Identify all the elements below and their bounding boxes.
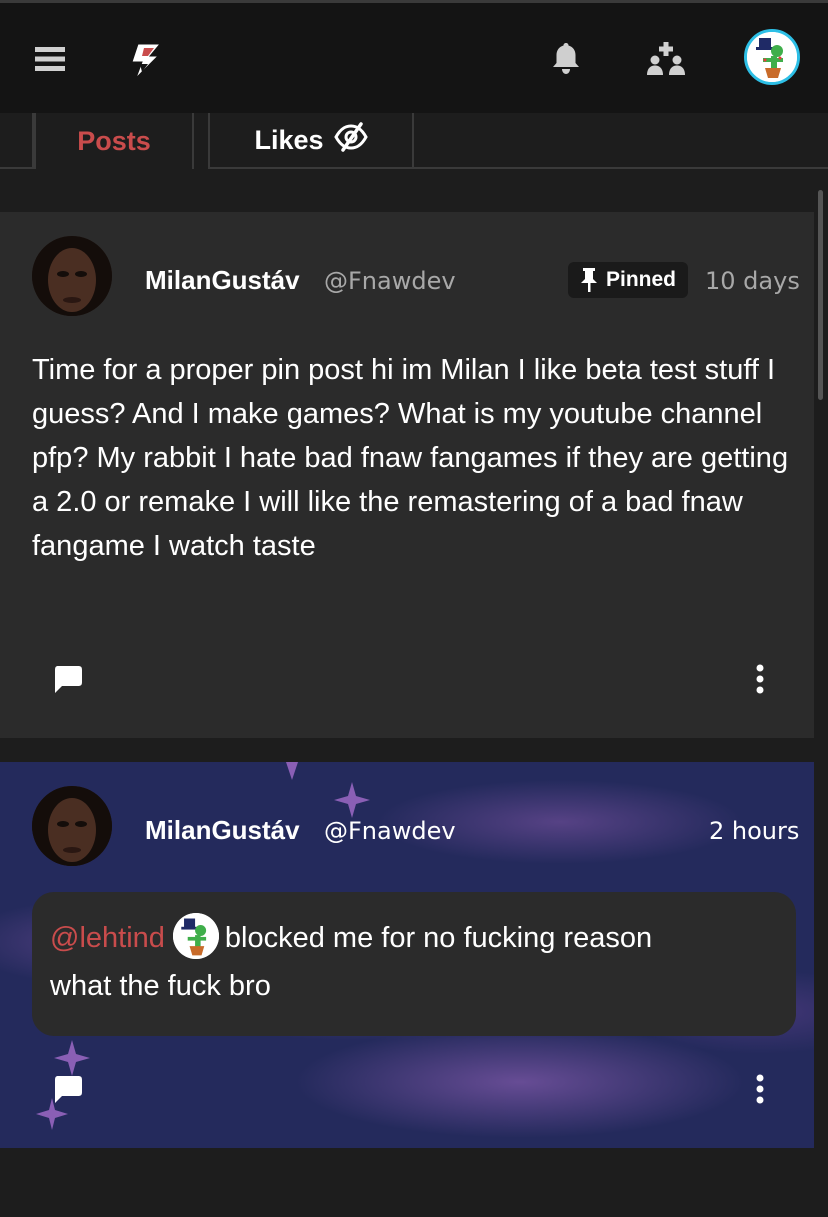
tab-posts-label: Posts: [77, 125, 151, 156]
author-handle[interactable]: @Fnawdev: [324, 267, 456, 295]
comment-icon[interactable]: [50, 662, 86, 696]
lightning-logo-icon[interactable]: [124, 39, 168, 83]
tab-likes-label: Likes: [254, 124, 324, 155]
eye-slash-icon: [333, 121, 368, 159]
pinned-label: Pinned: [605, 268, 676, 291]
bell-icon[interactable]: [546, 37, 586, 79]
scrollbar-thumb[interactable]: [818, 190, 823, 400]
post-body-text-line1: blocked me for no fucking reason: [224, 922, 653, 954]
tab-bar-filler: [414, 113, 828, 169]
pin-icon: [580, 268, 597, 292]
feed-bottom-space: [0, 1148, 814, 1217]
author-handle[interactable]: @Fnawdev: [324, 817, 456, 845]
comment-icon[interactable]: [50, 1072, 86, 1106]
post-body-text: Time for a proper pin post hi im Milan I…: [32, 354, 789, 562]
post-body-bubble: @lehtind blocked me for no fucking reaso…: [32, 892, 796, 1036]
post-timestamp[interactable]: 2 hours: [709, 817, 799, 845]
more-options-icon[interactable]: [748, 1070, 772, 1108]
mentioned-user-avatar[interactable]: [172, 913, 219, 960]
profile-tabs: Posts Likes: [0, 113, 828, 171]
tab-posts[interactable]: Posts: [34, 113, 194, 169]
hamburger-menu-icon[interactable]: [30, 39, 70, 79]
post-timestamp[interactable]: 10 days: [705, 267, 800, 295]
post-body-text-line2: what the fuck bro: [50, 970, 271, 1002]
author-avatar[interactable]: [32, 786, 112, 866]
pinned-badge: Pinned: [568, 262, 688, 298]
author-display-name[interactable]: MilanGustáv: [145, 815, 300, 846]
top-navigation-bar: [0, 0, 828, 113]
more-options-icon[interactable]: [748, 660, 772, 698]
scrollbar[interactable]: [814, 186, 828, 1217]
author-display-name[interactable]: MilanGustáv: [145, 265, 300, 296]
author-avatar[interactable]: [32, 236, 112, 316]
tab-likes[interactable]: Likes: [208, 113, 414, 169]
people-icon[interactable]: [644, 37, 688, 81]
user-avatar[interactable]: [744, 29, 800, 85]
post-card: MilanGustáv @Fnawdev 2 hours @lehtind bl…: [0, 762, 814, 1148]
mention-link[interactable]: @lehtind: [50, 922, 165, 954]
post-card-pinned: MilanGustáv @Fnawdev Pinned 10 days Time…: [0, 212, 814, 738]
tab-divider: [0, 113, 34, 169]
